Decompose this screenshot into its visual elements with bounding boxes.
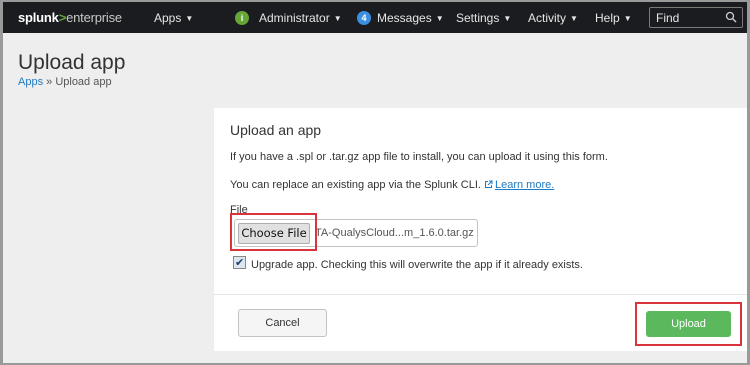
cli-text-body: You can replace an existing app via the … xyxy=(230,179,484,191)
logo-sub-text: enterprise xyxy=(66,10,122,25)
checkmark-icon: ✔ xyxy=(235,257,245,269)
external-link-icon xyxy=(484,180,493,188)
top-navbar: splunk>enterprise Apps ▼ i Administrator… xyxy=(3,2,747,33)
nav-messages-menu[interactable]: 4 Messages ▼ xyxy=(357,11,444,25)
cli-text: You can replace an existing app via the … xyxy=(230,179,554,191)
nav-activity-menu[interactable]: Activity ▼ xyxy=(528,11,578,25)
nav-help-label: Help xyxy=(595,11,620,25)
messages-count-badge: 4 xyxy=(357,11,371,25)
upload-highlight xyxy=(635,302,742,346)
selected-file-name: TA-QualysCloud...m_1.6.0.tar.gz xyxy=(315,227,474,239)
upgrade-app-checkbox[interactable]: ✔ xyxy=(233,256,246,269)
search-icon[interactable] xyxy=(725,11,737,23)
nav-apps-menu[interactable]: Apps ▼ xyxy=(154,11,193,25)
learn-more-label: Learn more. xyxy=(494,179,555,191)
app-frame: splunk>enterprise Apps ▼ i Administrator… xyxy=(3,2,747,363)
nav-settings-menu[interactable]: Settings ▼ xyxy=(456,11,511,25)
find-input[interactable]: Find xyxy=(649,7,743,28)
nav-settings-label: Settings xyxy=(456,11,500,25)
panel-title: Upload an app xyxy=(230,122,322,138)
caret-down-icon: ▼ xyxy=(435,13,444,23)
intro-text: If you have a .spl or .tar.gz app file t… xyxy=(230,151,608,163)
caret-down-icon: ▼ xyxy=(503,13,512,23)
caret-down-icon: ▼ xyxy=(570,13,578,23)
page-title: Upload app xyxy=(18,51,126,74)
caret-down-icon: ▼ xyxy=(333,13,342,23)
nav-help-menu[interactable]: Help ▼ xyxy=(595,11,632,25)
nav-messages-label: Messages xyxy=(377,11,432,25)
splunk-logo[interactable]: splunk>enterprise xyxy=(18,10,122,25)
nav-administrator-label: Administrator xyxy=(259,11,330,25)
caret-down-icon: ▼ xyxy=(185,13,194,23)
breadcrumb-separator: » xyxy=(43,76,56,88)
breadcrumb-apps-link[interactable]: Apps xyxy=(18,76,43,88)
cancel-button[interactable]: Cancel xyxy=(238,309,327,337)
logo-separator: > xyxy=(58,10,67,25)
find-input-text: Find xyxy=(656,11,680,25)
choose-file-highlight xyxy=(230,213,317,251)
nav-administrator-menu[interactable]: i Administrator ▼ xyxy=(235,11,342,25)
info-icon: i xyxy=(235,11,249,25)
breadcrumb-current: Upload app xyxy=(55,76,112,88)
form-divider xyxy=(214,294,747,295)
upgrade-app-label[interactable]: Upgrade app. Checking this will overwrit… xyxy=(251,259,583,271)
caret-down-icon: ▼ xyxy=(623,13,632,23)
logo-main-text: splunk xyxy=(18,10,59,25)
nav-activity-label: Activity xyxy=(528,11,567,25)
nav-apps-label: Apps xyxy=(154,11,182,25)
breadcrumb: Apps » Upload app xyxy=(18,76,112,88)
learn-more-link[interactable]: Learn more. xyxy=(484,179,554,191)
